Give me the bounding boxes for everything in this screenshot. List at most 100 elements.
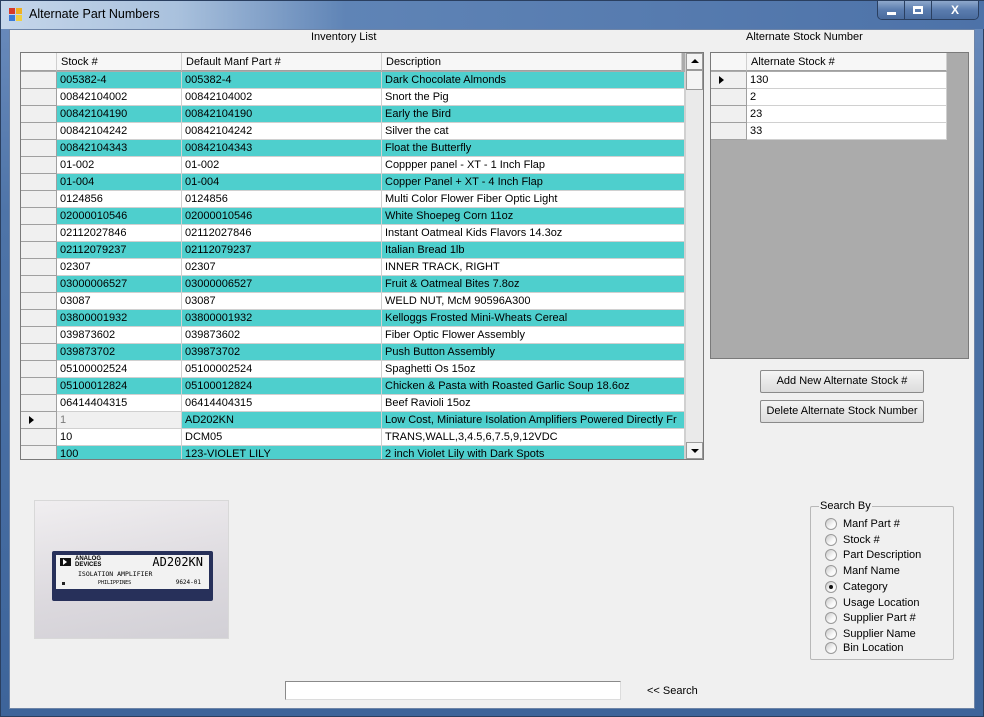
table-row[interactable]: 03000006527 03000006527 Fruit & Oatmeal Bi…: [21, 276, 685, 293]
column-header-manf-part[interactable]: Default Manf Part #: [182, 53, 382, 71]
cell-manf-part[interactable]: 05100012824: [182, 378, 382, 395]
table-row[interactable]: 0124856 0124856 Multi Color Flower Fiber O…: [21, 191, 685, 208]
search-input[interactable]: [285, 681, 621, 700]
row-header[interactable]: [21, 106, 57, 123]
delete-alternate-stock-button[interactable]: Delete Alternate Stock Number: [760, 400, 924, 423]
cell-manf-part[interactable]: 00842104002: [182, 89, 382, 106]
cell-manf-part[interactable]: 03087: [182, 293, 382, 310]
table-row[interactable]: 02112027846 02112027846 Instant Oatmeal Ki…: [21, 225, 685, 242]
row-header[interactable]: [711, 123, 747, 140]
cell-stock[interactable]: 05100002524: [57, 361, 182, 378]
table-row[interactable]: 039873702 039873702 Push Button Assembly: [21, 344, 685, 361]
radio-button[interactable]: [825, 612, 837, 624]
search-by-option[interactable]: Category: [825, 580, 888, 594]
cell-stock[interactable]: 01-004: [57, 174, 182, 191]
cell-description[interactable]: Low Cost, Miniature Isolation Amplifiers…: [382, 412, 685, 429]
cell-stock[interactable]: 02307: [57, 259, 182, 276]
table-row[interactable]: 03800001932 03800001932 Kelloggs Frosted M…: [21, 310, 685, 327]
cell-alternate-stock[interactable]: 33: [747, 123, 947, 140]
column-header-stock[interactable]: Stock #: [57, 53, 182, 71]
cell-description[interactable]: Beef Ravioli 15oz: [382, 395, 685, 412]
row-header[interactable]: [21, 123, 57, 140]
add-alternate-stock-button[interactable]: Add New Alternate Stock #: [760, 370, 924, 393]
row-header[interactable]: [21, 89, 57, 106]
radio-label[interactable]: Supplier Part #: [843, 612, 916, 624]
cell-manf-part[interactable]: 02112027846: [182, 225, 382, 242]
search-by-option[interactable]: Supplier Part #: [825, 611, 916, 625]
cell-manf-part[interactable]: 02000010546: [182, 208, 382, 225]
cell-stock[interactable]: 00842104343: [57, 140, 182, 157]
search-by-option[interactable]: Usage Location: [825, 596, 919, 610]
cell-manf-part[interactable]: 01-002: [182, 157, 382, 174]
cell-stock[interactable]: 0124856: [57, 191, 182, 208]
row-header[interactable]: [21, 412, 57, 429]
cell-stock[interactable]: 039873602: [57, 327, 182, 344]
radio-label[interactable]: Manf Name: [843, 565, 900, 577]
cell-manf-part[interactable]: 02307: [182, 259, 382, 276]
radio-button[interactable]: [825, 642, 837, 654]
cell-description[interactable]: Push Button Assembly: [382, 344, 685, 361]
table-row[interactable]: 00842104343 00842104343 Float the Butterfl…: [21, 140, 685, 157]
cell-stock[interactable]: 05100012824: [57, 378, 182, 395]
row-header[interactable]: [21, 276, 57, 293]
radio-button[interactable]: [825, 565, 837, 577]
cell-manf-part[interactable]: DCM05: [182, 429, 382, 446]
cell-description[interactable]: Italian Bread 1lb: [382, 242, 685, 259]
cell-manf-part[interactable]: 01-004: [182, 174, 382, 191]
cell-manf-part[interactable]: 0124856: [182, 191, 382, 208]
cell-description[interactable]: INNER TRACK, RIGHT: [382, 259, 685, 276]
cell-manf-part[interactable]: 03000006527: [182, 276, 382, 293]
cell-description[interactable]: Silver the cat: [382, 123, 685, 140]
cell-stock[interactable]: 02112027846: [57, 225, 182, 242]
search-by-option[interactable]: Bin Location: [825, 641, 904, 655]
table-row[interactable]: 06414404315 06414404315 Beef Ravioli 15oz: [21, 395, 685, 412]
search-by-option[interactable]: Manf Name: [825, 564, 900, 578]
row-header[interactable]: [21, 344, 57, 361]
radio-button[interactable]: [825, 534, 837, 546]
cell-description[interactable]: Fruit & Oatmeal Bites 7.8oz: [382, 276, 685, 293]
inventory-scrollbar[interactable]: [685, 53, 703, 459]
row-header[interactable]: [21, 378, 57, 395]
column-header-alternate-stock[interactable]: Alternate Stock #: [747, 53, 947, 71]
cell-description[interactable]: Fiber Optic Flower Assembly: [382, 327, 685, 344]
cell-description[interactable]: TRANS,WALL,3,4.5,6,7.5,9,12VDC: [382, 429, 685, 446]
cell-manf-part[interactable]: 00842104343: [182, 140, 382, 157]
radio-label[interactable]: Bin Location: [843, 642, 904, 654]
cell-description[interactable]: Instant Oatmeal Kids Flavors 14.3oz: [382, 225, 685, 242]
cell-manf-part[interactable]: 02112079237: [182, 242, 382, 259]
cell-stock[interactable]: 02000010546: [57, 208, 182, 225]
table-row[interactable]: 005382-4 005382-4 Dark Chocolate Almonds: [21, 72, 685, 89]
cell-description[interactable]: Spaghetti Os 15oz: [382, 361, 685, 378]
radio-button[interactable]: [825, 628, 837, 640]
row-header[interactable]: [711, 89, 747, 106]
inventory-grid[interactable]: Stock # Default Manf Part # Description …: [20, 52, 704, 460]
table-row[interactable]: 00842104190 00842104190 Early the Bird: [21, 106, 685, 123]
radio-button[interactable]: [825, 581, 837, 593]
table-row[interactable]: 1 AD202KN Low Cost, Miniature Isolation Am…: [21, 412, 685, 429]
table-row[interactable]: 05100012824 05100012824 Chicken & Pasta wi…: [21, 378, 685, 395]
row-header[interactable]: [21, 72, 57, 89]
cell-description[interactable]: Dark Chocolate Almonds: [382, 72, 685, 89]
radio-label[interactable]: Usage Location: [843, 597, 919, 609]
cell-manf-part[interactable]: 00842104190: [182, 106, 382, 123]
search-by-option[interactable]: Manf Part #: [825, 517, 900, 531]
table-row[interactable]: 02000010546 02000010546 White Shoepeg Corn…: [21, 208, 685, 225]
cell-stock[interactable]: 06414404315: [57, 395, 182, 412]
cell-description[interactable]: Snort the Pig: [382, 89, 685, 106]
row-header[interactable]: [21, 157, 57, 174]
cell-manf-part[interactable]: 00842104242: [182, 123, 382, 140]
cell-description[interactable]: Copper Panel + XT - 4 Inch Flap: [382, 174, 685, 191]
search-by-option[interactable]: Supplier Name: [825, 627, 916, 641]
row-header[interactable]: [21, 208, 57, 225]
row-header[interactable]: [21, 310, 57, 327]
radio-label[interactable]: Part Description: [843, 549, 921, 561]
scroll-thumb[interactable]: [686, 70, 703, 90]
search-by-option[interactable]: Part Description: [825, 548, 921, 562]
radio-button[interactable]: [825, 549, 837, 561]
row-header[interactable]: [21, 293, 57, 310]
row-header[interactable]: [21, 242, 57, 259]
row-header[interactable]: [21, 259, 57, 276]
alternate-row[interactable]: 23: [711, 106, 947, 123]
table-row[interactable]: 10 DCM05 TRANS,WALL,3,4.5,6,7.5,9,12VDC: [21, 429, 685, 446]
cell-manf-part[interactable]: AD202KN: [182, 412, 382, 429]
